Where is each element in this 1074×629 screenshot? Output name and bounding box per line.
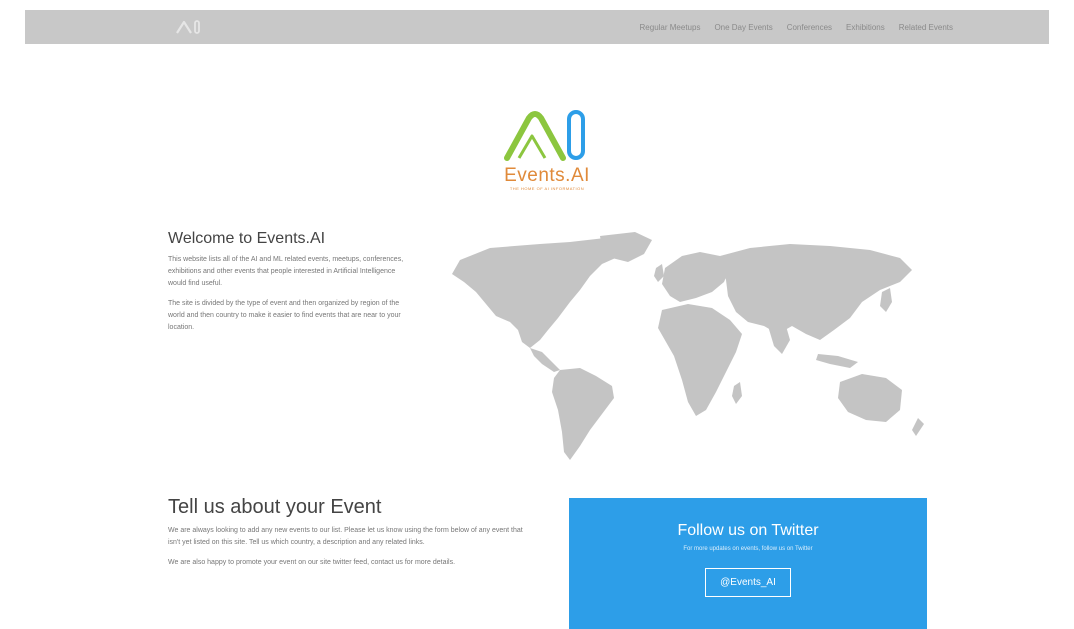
map-japan (880, 288, 892, 312)
map-central-america (530, 348, 560, 372)
twitter-subtitle: For more updates on events, follow us on… (683, 546, 813, 552)
map-new-zealand (912, 418, 924, 436)
map-south-america (552, 368, 614, 460)
welcome-paragraph-2: The site is divided by the type of event… (168, 300, 401, 331)
twitter-title: Follow us on Twitter (677, 522, 819, 539)
welcome-title: Welcome to Events.AI (168, 230, 326, 247)
map-australia (838, 374, 902, 422)
map-indonesia (816, 354, 858, 368)
main-nav: Regular Meetups One Day Events Conferenc… (640, 10, 953, 44)
events-ai-logo: Events.AI THE HOME OF AI INFORMATION (487, 106, 607, 206)
nav-logo-icon[interactable] (175, 19, 203, 35)
nav-regular-meetups[interactable]: Regular Meetups (640, 23, 701, 32)
map-madagascar (732, 382, 742, 404)
tell-us-section: Tell us about your Event We are always l… (168, 496, 528, 577)
tell-us-paragraph-1: We are always looking to add any new eve… (168, 527, 523, 546)
map-north-america (452, 238, 625, 348)
twitter-follow-button[interactable]: @Events_AI (705, 568, 791, 597)
nav-exhibitions[interactable]: Exhibitions (846, 23, 885, 32)
twitter-panel: Follow us on Twitter For more updates on… (569, 498, 927, 629)
nav-one-day-events[interactable]: One Day Events (714, 23, 772, 32)
nav-conferences[interactable]: Conferences (787, 23, 832, 32)
welcome-paragraph-1: This website lists all of the AI and ML … (168, 256, 404, 287)
map-india (768, 326, 790, 354)
welcome-section: Welcome to Events.AI This website lists … (168, 230, 404, 342)
world-map-image (452, 232, 924, 460)
logo-text: Events.AI (504, 165, 590, 186)
top-navbar: Regular Meetups One Day Events Conferenc… (25, 10, 1049, 44)
logo-tagline: THE HOME OF AI INFORMATION (509, 186, 585, 191)
nav-related-events[interactable]: Related Events (899, 23, 953, 32)
page: Regular Meetups One Day Events Conferenc… (25, 10, 1049, 629)
tell-us-title: Tell us about your Event (168, 496, 382, 518)
tell-us-paragraph-2: We are also happy to promote your event … (168, 559, 456, 566)
ai-logo-mark-icon (504, 110, 585, 161)
map-africa (658, 304, 742, 416)
map-uk (654, 264, 664, 282)
map-europe (662, 252, 730, 302)
